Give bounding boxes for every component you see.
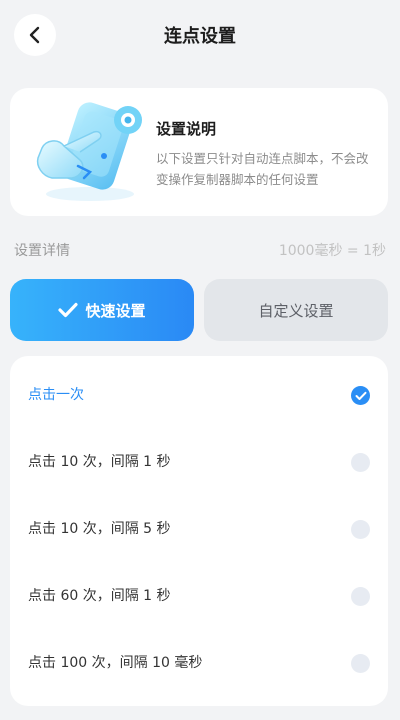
option-label: 点击 100 次，间隔 10 毫秒 <box>28 655 203 671</box>
tab-quick-settings-label: 快速设置 <box>85 301 146 320</box>
option-10-clicks-5s[interactable]: 点击 10 次，间隔 5 秒 <box>10 496 388 563</box>
settings-detail-label: 设置详情 <box>14 243 70 259</box>
info-description: 以下设置只针对自动连点脚本，不会改变操作复制器脚本的任何设置 <box>156 151 369 187</box>
tab-quick-settings[interactable]: 快速设置 <box>10 279 194 341</box>
radio-unchecked-icon[interactable] <box>351 654 370 673</box>
radio-unchecked-icon[interactable] <box>351 453 370 472</box>
tap-hand-illustration <box>24 96 149 206</box>
option-click-once[interactable]: 点击一次 <box>10 362 388 429</box>
option-10-clicks-1s[interactable]: 点击 10 次，间隔 1 秒 <box>10 429 388 496</box>
option-100-clicks-10ms[interactable]: 点击 100 次，间隔 10 毫秒 <box>10 630 388 697</box>
radio-unchecked-icon[interactable] <box>351 587 370 606</box>
settings-detail-row: 设置详情 1000毫秒 = 1秒 <box>14 240 386 262</box>
tab-custom-settings-label: 自定义设置 <box>258 301 334 320</box>
unit-conversion-note: 1000毫秒 = 1秒 <box>278 243 386 259</box>
tab-custom-settings[interactable]: 自定义设置 <box>204 279 388 341</box>
app-header: 连点设置 <box>0 0 400 72</box>
checkmark-icon <box>58 302 79 318</box>
option-60-clicks-1s[interactable]: 点击 60 次，间隔 1 秒 <box>10 563 388 630</box>
click-options-list: 点击一次 点击 10 次，间隔 1 秒 点击 10 次，间隔 5 秒 点击 60… <box>10 356 388 706</box>
info-title: 设置说明 <box>156 120 217 138</box>
radio-unchecked-icon[interactable] <box>351 520 370 539</box>
option-label: 点击 10 次，间隔 5 秒 <box>28 521 171 537</box>
radio-checked-icon[interactable] <box>351 386 370 405</box>
option-label: 点击 60 次，间隔 1 秒 <box>28 588 171 604</box>
info-card: 设置说明 以下设置只针对自动连点脚本，不会改变操作复制器脚本的任何设置 <box>10 88 388 216</box>
page-title: 连点设置 <box>164 26 236 47</box>
option-label: 点击一次 <box>28 387 84 403</box>
option-label: 点击 10 次，间隔 1 秒 <box>28 454 171 470</box>
